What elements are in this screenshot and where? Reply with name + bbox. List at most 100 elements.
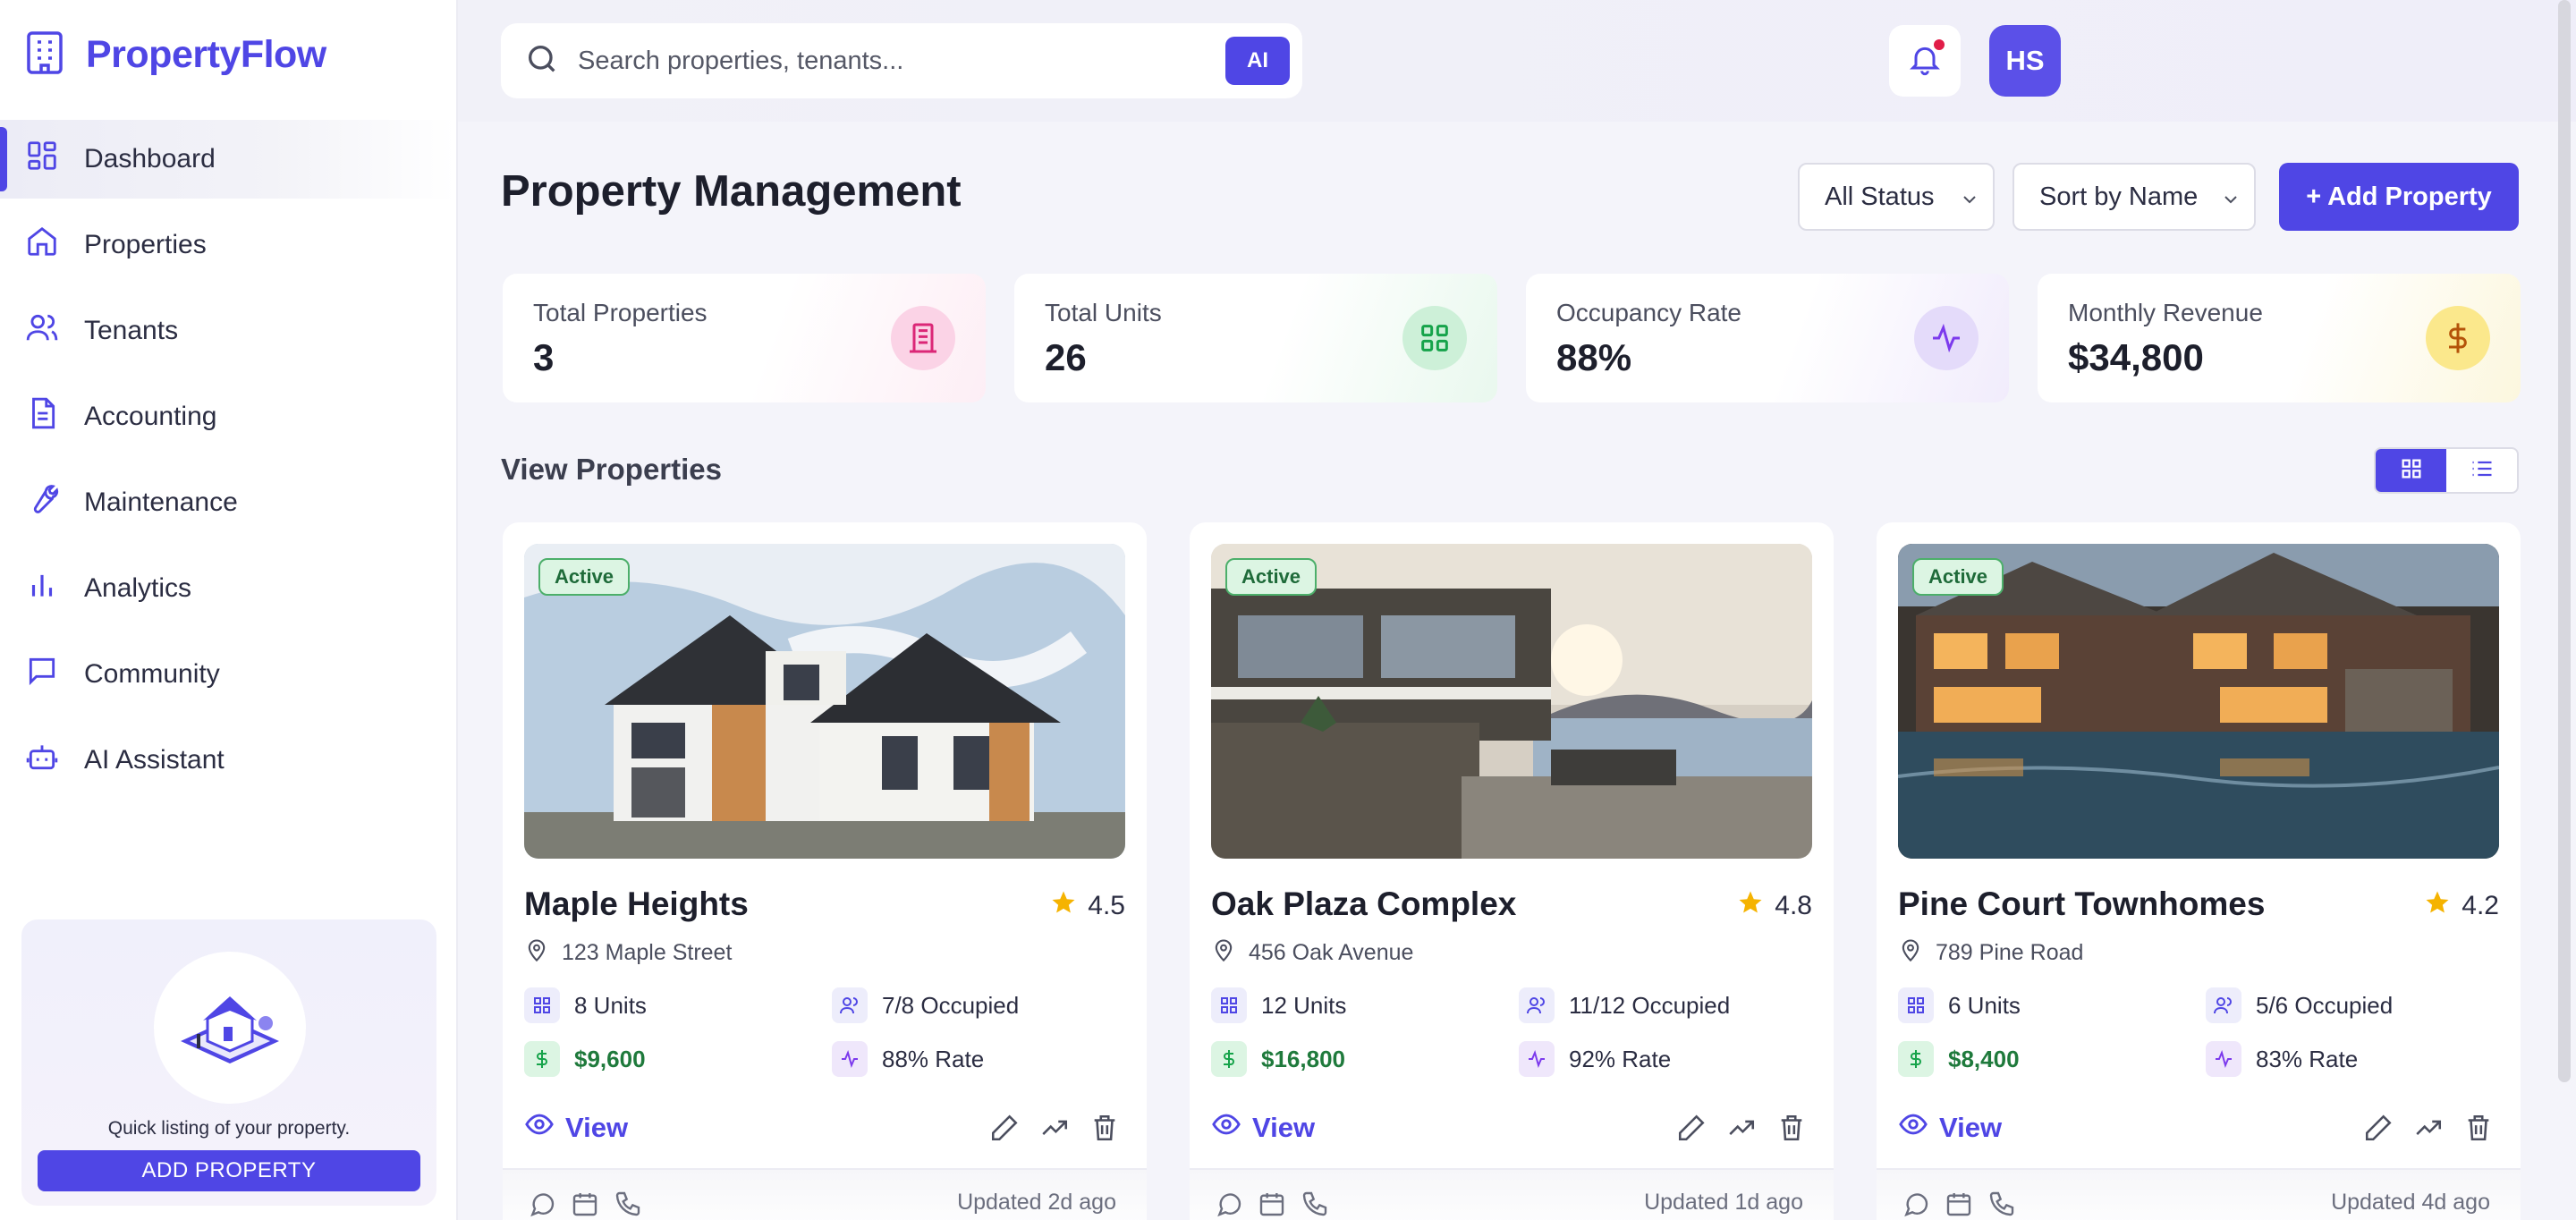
sidebar-item-maintenance[interactable]: Maintenance — [0, 463, 456, 542]
status-badge: Active — [1225, 558, 1318, 596]
activity-icon — [2206, 1041, 2241, 1077]
calendar-icon[interactable] — [571, 1190, 599, 1220]
view-property-link[interactable]: View — [524, 1109, 628, 1147]
sidebar-item-accounting[interactable]: Accounting — [0, 377, 456, 456]
edit-icon[interactable] — [2363, 1113, 2394, 1148]
dollar-icon — [524, 1041, 560, 1077]
status-badge: Active — [1912, 558, 2004, 596]
chevron-down-icon — [2220, 188, 2241, 209]
updated-text: Updated 1d ago — [1644, 1190, 1803, 1215]
sidebar-item-ai-assistant[interactable]: AI Assistant — [0, 721, 456, 800]
sidebar-item-label: AI Assistant — [84, 745, 225, 775]
sort-select[interactable]: Sort by Name — [2012, 163, 2256, 231]
message-icon[interactable] — [528, 1190, 556, 1220]
view-property-link[interactable]: View — [1898, 1109, 2002, 1147]
quick-listing-promo: Quick listing of your property. ADD PROP… — [21, 919, 436, 1206]
property-card[interactable]: Active Maple Heights 4.5 123 Maple Stree… — [503, 522, 1147, 1220]
avatar[interactable]: HS — [1989, 25, 2061, 97]
edit-icon[interactable] — [989, 1113, 1020, 1148]
updated-text: Updated 4d ago — [2331, 1190, 2490, 1215]
view-property-link[interactable]: View — [1211, 1109, 1315, 1147]
activity-icon — [1519, 1041, 1555, 1077]
grid-view-button[interactable] — [2376, 449, 2446, 492]
calendar-icon[interactable] — [1258, 1190, 1286, 1220]
users-icon — [1519, 987, 1555, 1023]
list-view-button[interactable] — [2446, 449, 2517, 492]
card-footer: Updated 1d ago — [1190, 1168, 1834, 1220]
grid-icon — [2399, 456, 2424, 486]
units-metric: 8 Units — [524, 987, 647, 1023]
property-image[interactable]: Active — [1898, 544, 2499, 859]
users-icon — [832, 987, 868, 1023]
property-rating: 4.2 — [2424, 889, 2499, 923]
location-pin-icon — [524, 937, 549, 969]
eye-icon — [1211, 1109, 1241, 1147]
building-icon — [891, 306, 955, 370]
trending-up-icon[interactable] — [2413, 1113, 2444, 1148]
occupied-metric: 5/6 Occupied — [2206, 987, 2393, 1023]
chat-icon — [25, 654, 59, 695]
star-icon — [1737, 889, 1764, 923]
edit-icon[interactable] — [1676, 1113, 1707, 1148]
grid-icon — [1211, 987, 1247, 1023]
sidebar-item-properties[interactable]: Properties — [0, 206, 456, 284]
star-icon — [2424, 889, 2451, 923]
calendar-icon[interactable] — [1945, 1190, 1973, 1220]
page-title: Property Management — [501, 167, 962, 216]
robot-icon — [25, 740, 59, 781]
phone-icon[interactable] — [614, 1190, 642, 1220]
scrollbar[interactable] — [2558, 0, 2571, 1082]
trash-icon[interactable] — [1089, 1113, 1120, 1148]
property-image[interactable]: Active — [1211, 544, 1812, 859]
rating-value: 4.5 — [1088, 891, 1125, 920]
sidebar-item-analytics[interactable]: Analytics — [0, 549, 456, 628]
trash-icon[interactable] — [1776, 1113, 1807, 1148]
property-address: 789 Pine Road — [1898, 937, 2083, 969]
stat-label: Total Units — [1045, 299, 1162, 326]
sidebar-item-tenants[interactable]: Tenants — [0, 292, 456, 370]
ai-search-button[interactable]: AI — [1225, 37, 1290, 85]
building-logo-icon — [25, 30, 64, 80]
sidebar-item-label: Maintenance — [84, 487, 238, 517]
sidebar-item-label: Analytics — [84, 573, 192, 603]
promo-text: Quick listing of your property. — [107, 1118, 351, 1139]
add-property-button[interactable]: + Add Property — [2279, 163, 2519, 231]
search-input[interactable] — [578, 46, 1204, 76]
add-property-promo-button[interactable]: ADD PROPERTY — [38, 1150, 420, 1191]
sidebar-item-label: Properties — [84, 230, 207, 259]
rating-value: 4.8 — [1775, 891, 1812, 920]
brand[interactable]: PropertyFlow — [25, 30, 326, 80]
message-icon[interactable] — [1215, 1190, 1243, 1220]
message-icon[interactable] — [1902, 1190, 1930, 1220]
property-rating: 4.8 — [1737, 889, 1812, 923]
status-filter-select[interactable]: All Status — [1798, 163, 1995, 231]
eye-icon — [1898, 1109, 1928, 1147]
phone-icon[interactable] — [1301, 1190, 1329, 1220]
trending-up-icon[interactable] — [1726, 1113, 1757, 1148]
sidebar-item-dashboard[interactable]: Dashboard — [0, 120, 456, 199]
card-actions — [989, 1113, 1120, 1148]
stat-value: 26 — [1045, 336, 1087, 378]
rate-metric: 83% Rate — [2206, 1041, 2358, 1077]
trash-icon[interactable] — [2463, 1113, 2494, 1148]
sidebar-item-community[interactable]: Community — [0, 635, 456, 714]
property-address: 456 Oak Avenue — [1211, 937, 1413, 969]
list-icon — [2470, 456, 2495, 486]
search-bar[interactable]: AI — [501, 23, 1302, 98]
property-card[interactable]: Active Pine Court Townhomes 4.2 789 Pine… — [1877, 522, 2521, 1220]
notification-dot — [1934, 39, 1945, 50]
trending-up-icon[interactable] — [1039, 1113, 1070, 1148]
location-pin-icon — [1898, 937, 1923, 969]
property-card[interactable]: Active Oak Plaza Complex 4.8 456 Oak Ave… — [1190, 522, 1834, 1220]
notifications-button[interactable] — [1889, 25, 1961, 97]
house-illustration — [154, 952, 306, 1104]
rate-value: 83% Rate — [2256, 1045, 2359, 1072]
phone-icon[interactable] — [1987, 1190, 2016, 1220]
property-image[interactable]: Active — [524, 544, 1125, 859]
sidebar-nav: Dashboard Properties Tenants Accounting … — [0, 120, 456, 807]
units-metric: 12 Units — [1211, 987, 1346, 1023]
status-filter-value: All Status — [1825, 182, 1935, 211]
stat-value: 3 — [533, 336, 555, 378]
dollar-icon — [2426, 306, 2490, 370]
chevron-down-icon — [1959, 188, 1980, 209]
